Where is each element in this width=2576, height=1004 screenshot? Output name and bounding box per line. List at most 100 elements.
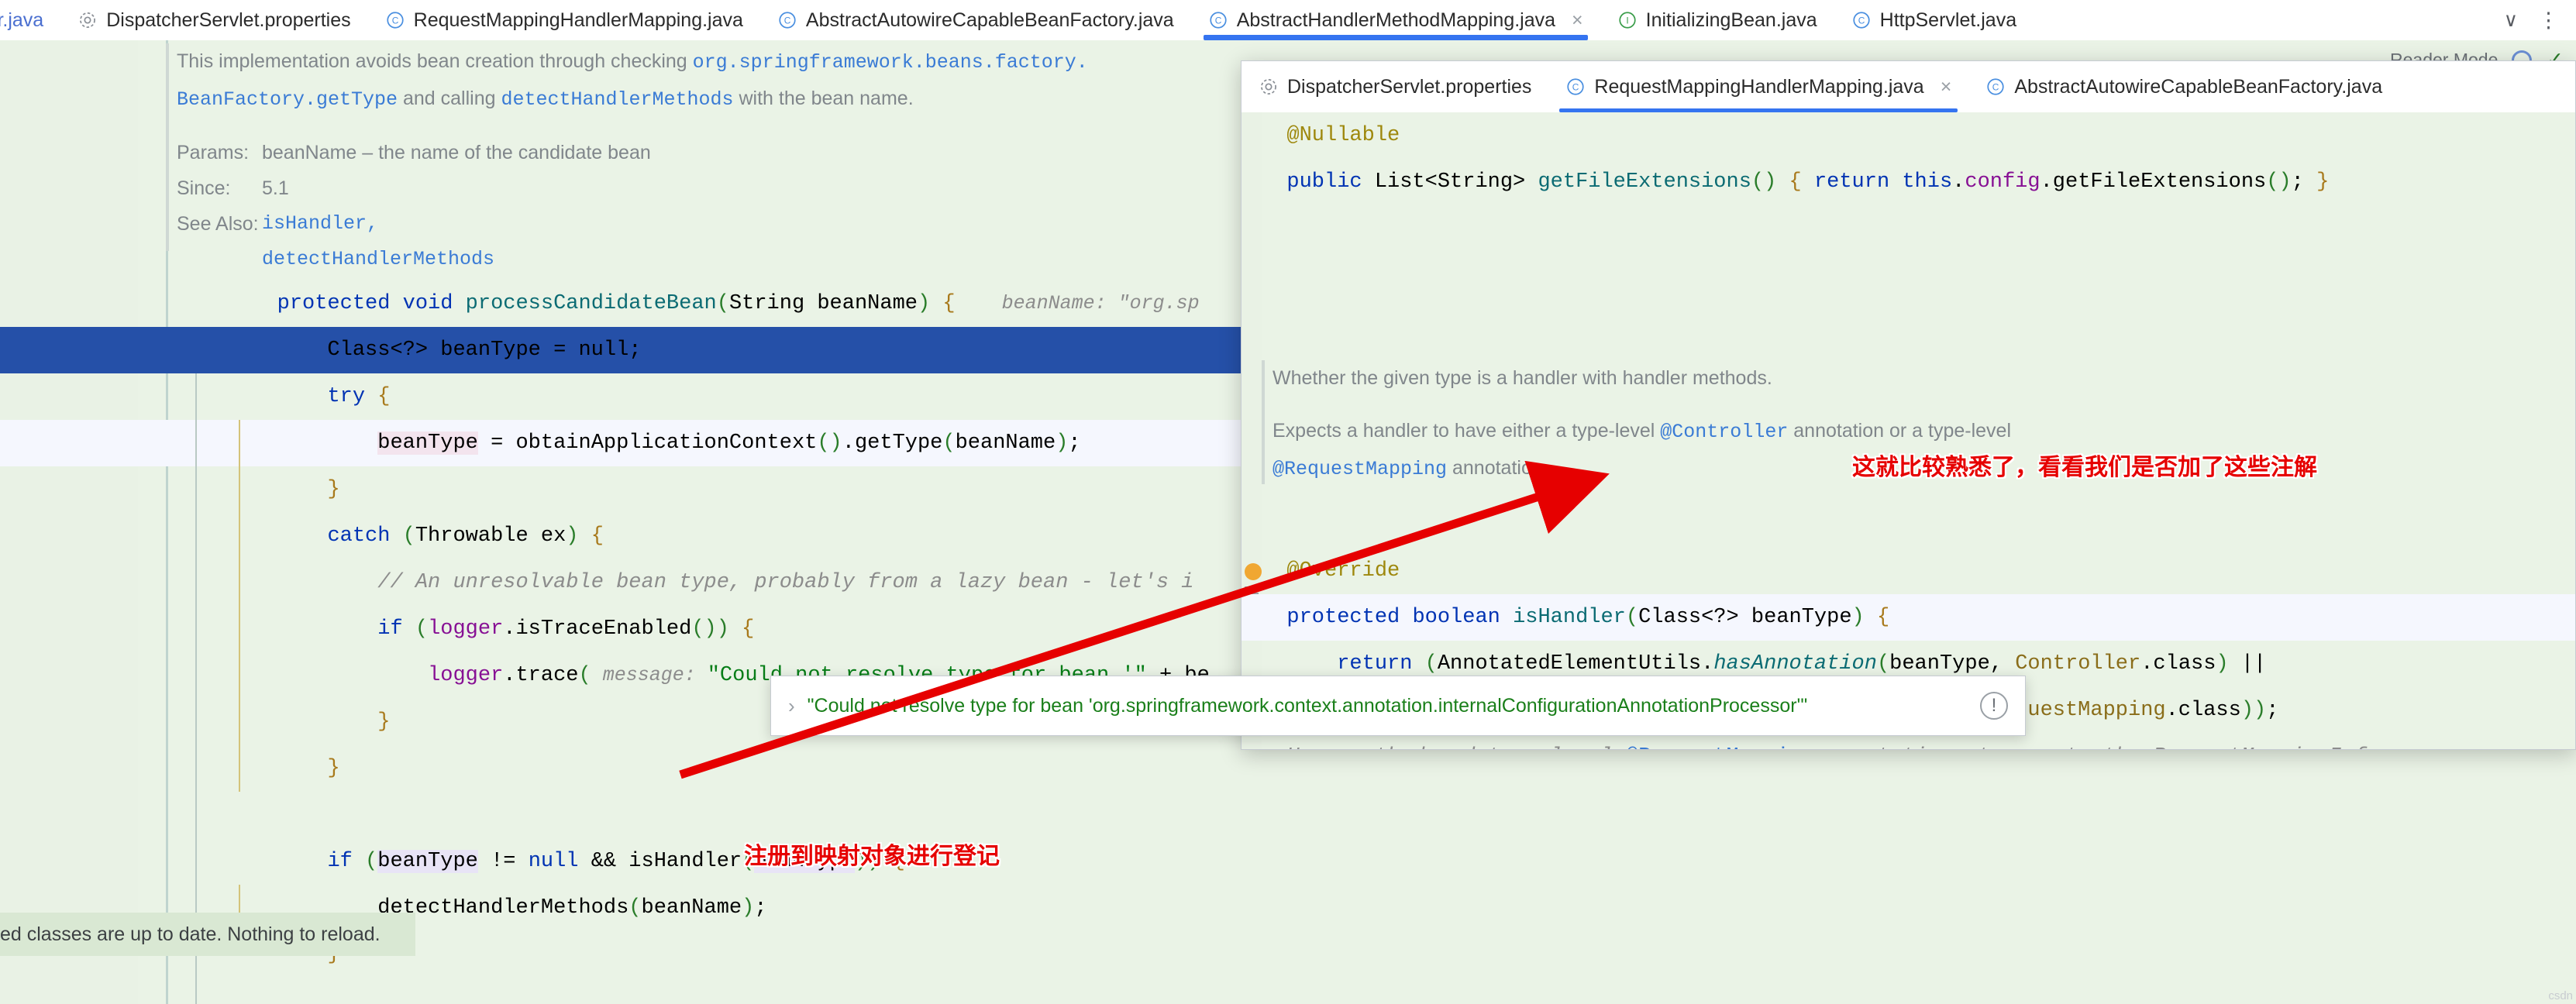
tab-label: InitializingBean.java [1645, 9, 1817, 31]
code-token: ) [2216, 652, 2229, 676]
editor-tab-httpservlet-java[interactable]: C HttpServlet.java [1834, 0, 2034, 40]
expression-tooltip[interactable]: › "Could not resolve type for bean 'org.… [770, 676, 2026, 736]
code-token: || [2228, 652, 2267, 676]
code-line-uses-method-comment[interactable]: Uses method and type-level @RequestMappi… [1242, 734, 2575, 749]
chevron-down-icon[interactable]: ∨ [2504, 10, 2518, 30]
javadoc-seealso-ishandler[interactable]: isHandler, [262, 206, 494, 242]
code-token: { [591, 524, 604, 548]
svg-text:C: C [1992, 81, 1999, 92]
code-token: ( [365, 850, 378, 873]
editor-tab-ler-java[interactable]: Cler.java [0, 0, 60, 40]
indent-guide [195, 699, 197, 745]
popup-tab-requestmappinghandlermapping-java[interactable]: C RequestMappingHandlerMapping.java × [1548, 61, 1968, 112]
javadoc-text-2: and calling [398, 88, 501, 109]
editor-tab-dispatcherservlet-properties[interactable]: DispatcherServlet.properties [60, 0, 367, 40]
code-line-if-ishandler[interactable]: if (beanType != null && isHandler(beanTy… [0, 838, 2576, 885]
code-token: getFileExtensions [1538, 170, 1751, 194]
editor-tab-abstracthandlermethodmapping-java[interactable]: C AbstractHandlerMethodMapping.java × [1191, 0, 1600, 40]
annotation-register-note: 注册到映射对象进行登记 [744, 844, 1000, 869]
editor-tab-initializingbean-java[interactable]: I InitializingBean.java [1600, 0, 1834, 40]
quick-definition-popup[interactable]: DispatcherServlet.properties C RequestMapp… [1241, 60, 2576, 750]
javadoc-left-bar [166, 43, 169, 251]
code-line-catch-close[interactable]: } [0, 745, 2576, 792]
close-icon[interactable]: × [1941, 77, 1952, 97]
code-line-nullable-annotation[interactable]: @Nullable [1242, 112, 2575, 159]
indent-guide [195, 978, 197, 1004]
tooltip-expression-value: "Could not resolve type for bean 'org.sp… [807, 694, 1808, 717]
code-token: ) [917, 292, 931, 315]
code-line-ishandler-signature[interactable]: protected boolean isHandler(Class<?> bea… [1242, 594, 2575, 641]
java-class-icon: C [1210, 12, 1227, 29]
code-token: { [1789, 170, 1802, 194]
close-icon[interactable]: × [1572, 10, 1583, 30]
code-token: ( [629, 896, 642, 920]
popup-doc-link-requestmapping[interactable]: @RequestMapping [1273, 458, 1447, 480]
code-token: Class<?> beanType [1638, 606, 1852, 629]
properties-file-icon [80, 12, 96, 28]
code-token: beanName: "org.sp [955, 292, 1200, 315]
popup-tab-label: AbstractAutowireCapableBeanFactory.java [2014, 75, 2383, 98]
code-token: { [1876, 606, 1890, 629]
indent-guide [195, 466, 197, 513]
svg-text:C: C [391, 15, 398, 26]
code-token: beanName [641, 896, 742, 920]
code-token: () [691, 617, 717, 641]
code-token: return [1813, 170, 1903, 194]
javadoc-seealso-detecthandlermethods[interactable]: detectHandlerMethods [262, 242, 494, 277]
code-token: ) [2240, 699, 2254, 722]
javadoc-link-beanfactory[interactable]: org.springframework.beans.factory. [693, 51, 1088, 74]
popup-tab-dispatcherservlet-properties[interactable]: DispatcherServlet.properties [1242, 61, 1548, 112]
code-line-override-annotation[interactable]: @Override [1242, 548, 2575, 594]
chevron-right-icon[interactable]: › [788, 694, 795, 718]
active-tab-underline [1203, 35, 1588, 40]
code-token: List<String> [1374, 170, 1538, 194]
indent-guide [239, 699, 240, 745]
code-token: .trace [503, 664, 579, 687]
tab-label: DispatcherServlet.properties [106, 9, 351, 31]
popup-code-top[interactable]: @Nullable public List<String> getFileExt… [1242, 112, 2575, 205]
tab-label: HttpServlet.java [1879, 9, 2017, 31]
indent-guide [195, 745, 197, 792]
indent-guide [239, 606, 240, 652]
popup-doc-text-a: Expects a handler to have either a type-… [1273, 420, 1661, 442]
javadoc-link-detecthandlermethods[interactable]: detectHandlerMethods [501, 88, 733, 111]
java-class-icon: C [1987, 78, 2004, 95]
more-options-icon[interactable]: ⋮ [2538, 9, 2559, 30]
code-token: ) [1851, 606, 1865, 629]
watermark: csdn [2548, 989, 2573, 1002]
code-line-get-file-extensions[interactable]: public List<String> getFileExtensions() … [1242, 159, 2575, 205]
code-token: @Override [1286, 559, 1400, 583]
code-token: .getFileExtensions [2040, 170, 2267, 194]
code-token: () [2266, 170, 2292, 194]
editor-tab-abstractautowirecapablebeanfactory-java[interactable]: C AbstractAutowireCapableBeanFactory.java [760, 0, 1191, 40]
code-token: hasAnnotation [1713, 652, 1877, 676]
popup-editor-body[interactable]: @Nullable public List<String> getFileExt… [1242, 112, 2575, 749]
svg-text:C: C [1858, 15, 1865, 26]
code-token: try [327, 385, 366, 408]
indent-guide [195, 792, 197, 838]
editor-tab-requestmappinghandlermapping-java[interactable]: C RequestMappingHandlerMapping.java [368, 0, 760, 40]
code-line-blank-2[interactable] [0, 978, 2576, 1004]
code-token: && isHandler [578, 850, 742, 873]
tab-bar-actions[interactable]: ∨ ⋮ [2504, 9, 2576, 30]
indent-guide [239, 513, 240, 559]
javadoc-link-gettype[interactable]: BeanFactory.getType [177, 88, 398, 111]
info-icon[interactable]: ! [1980, 692, 2008, 720]
javadoc-since-label: Since: [177, 177, 231, 199]
popup-doc-link-controller[interactable]: @Controller [1660, 421, 1788, 443]
code-token: Controller [2015, 652, 2141, 676]
code-token: ( [1876, 652, 1890, 676]
popup-tab-abstractautowirecapablebeanfactory-java[interactable]: C AbstractAutowireCapableBeanFactory.java [1968, 61, 2399, 112]
code-token: { [377, 385, 391, 408]
code-line-blank-1[interactable] [0, 792, 2576, 838]
